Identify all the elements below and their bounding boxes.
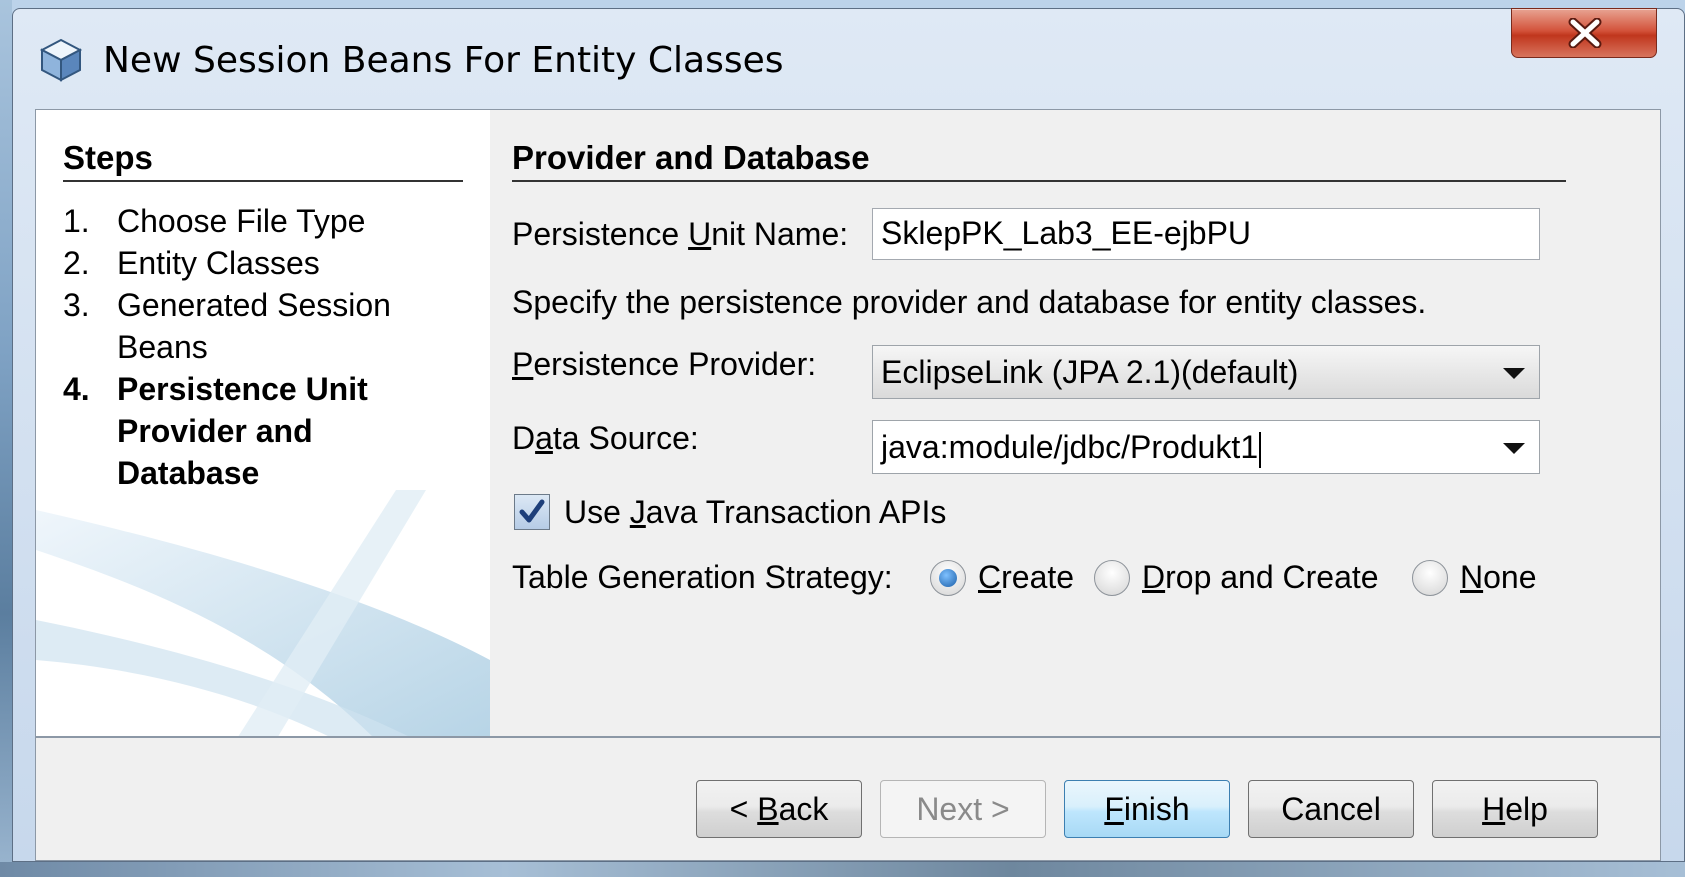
- steps-heading: Steps: [63, 138, 463, 182]
- close-icon: [1568, 18, 1602, 48]
- radio-none[interactable]: [1412, 560, 1448, 596]
- mnemonic: U: [688, 216, 712, 252]
- step-number: 2.: [63, 245, 90, 281]
- persistence-provider-value: EclipseLink (JPA 2.1)(default): [881, 354, 1299, 390]
- persistence-unit-name-label: Persistence Unit Name:: [512, 214, 848, 254]
- jta-checkbox[interactable]: [514, 494, 550, 530]
- radio-create-label[interactable]: Create: [978, 557, 1074, 597]
- mnemonic: J: [629, 494, 646, 530]
- desktop-background-left: [0, 0, 12, 877]
- radio-drop-and-create-label[interactable]: Drop and Create: [1142, 557, 1379, 597]
- persistence-unit-name-input[interactable]: SklepPK_Lab3_EE-ejbPU: [872, 208, 1540, 260]
- mnemonic: N: [1460, 559, 1484, 595]
- data-source-label: Data Source:: [512, 418, 699, 458]
- label-part: Persistence: [512, 216, 689, 252]
- next-button[interactable]: Next >: [880, 780, 1046, 838]
- step-number: 4.: [63, 371, 90, 407]
- table-generation-label: Table Generation Strategy:: [512, 559, 893, 595]
- mnemonic: P: [512, 346, 534, 382]
- section-heading: Provider and Database: [512, 138, 1566, 182]
- label-part: nit Name:: [711, 216, 849, 252]
- description-text: Specify the persistence provider and dat…: [512, 284, 1427, 320]
- mnemonic: B: [757, 791, 779, 827]
- text-caret: [1259, 431, 1262, 468]
- cube-icon: [39, 38, 83, 82]
- label-part: <: [729, 791, 758, 827]
- step-number: 3.: [63, 287, 90, 323]
- step-label: Entity Classes: [117, 245, 320, 281]
- dialog-content: Steps 1. Choose File Type 2. Entity Clas…: [35, 109, 1661, 861]
- step-label: Generated Session Beans: [117, 287, 391, 365]
- main-panel: Provider and Database Persistence Unit N…: [490, 110, 1660, 736]
- step-number: 1.: [63, 203, 90, 239]
- mnemonic: H: [1482, 791, 1506, 827]
- window-title: New Session Beans For Entity Classes: [103, 40, 784, 81]
- jta-label[interactable]: Use Java Transaction APIs: [564, 492, 946, 532]
- steps-panel: Steps 1. Choose File Type 2. Entity Clas…: [36, 110, 490, 736]
- label-part: rop and Create: [1165, 559, 1379, 595]
- close-button[interactable]: [1511, 8, 1657, 58]
- label-part: elp: [1505, 791, 1548, 827]
- radio-drop-and-create[interactable]: [1094, 560, 1130, 596]
- cancel-button[interactable]: Cancel: [1248, 780, 1414, 838]
- persistence-provider-select[interactable]: EclipseLink (JPA 2.1)(default): [872, 345, 1540, 399]
- data-source-combo[interactable]: java:module/jdbc/Produkt1: [872, 420, 1540, 474]
- desktop-background-bottom: [0, 862, 1685, 877]
- label-part: D: [512, 420, 536, 456]
- label-part: ack: [778, 791, 829, 827]
- label-part: Use: [564, 494, 630, 530]
- label-part: ersistence Provider:: [533, 346, 817, 382]
- label-part: inish: [1123, 791, 1190, 827]
- step-label: Choose File Type: [117, 203, 366, 239]
- help-button[interactable]: Help: [1432, 780, 1598, 838]
- label-part: ta Source:: [552, 420, 699, 456]
- label-part: reate: [1001, 559, 1075, 595]
- dialog-window: New Session Beans For Entity Classes Ste…: [12, 8, 1685, 862]
- label-part: one: [1483, 559, 1537, 595]
- mnemonic: a: [535, 420, 553, 456]
- mnemonic: D: [1142, 559, 1166, 595]
- finish-button[interactable]: Finish: [1064, 780, 1230, 838]
- chevron-down-icon: [1503, 368, 1525, 379]
- radio-none-label[interactable]: None: [1460, 557, 1537, 597]
- data-source-value: java:module/jdbc/Produkt1: [881, 427, 1262, 468]
- checkmark-icon: [519, 499, 545, 523]
- mnemonic: F: [1104, 791, 1124, 827]
- decorative-swoosh: [36, 490, 490, 736]
- mnemonic: C: [978, 559, 1002, 595]
- label-part: ava Transaction APIs: [645, 494, 947, 530]
- chevron-down-icon: [1503, 443, 1525, 454]
- button-bar: < Back Next > Finish Cancel Help: [36, 736, 1660, 860]
- persistence-provider-label: Persistence Provider:: [512, 344, 816, 384]
- back-button[interactable]: < Back: [696, 780, 862, 838]
- step-label: Persistence Unit Provider and Database: [117, 371, 368, 491]
- radio-create[interactable]: [930, 560, 966, 596]
- data-source-text: java:module/jdbc/Produkt1: [881, 429, 1259, 465]
